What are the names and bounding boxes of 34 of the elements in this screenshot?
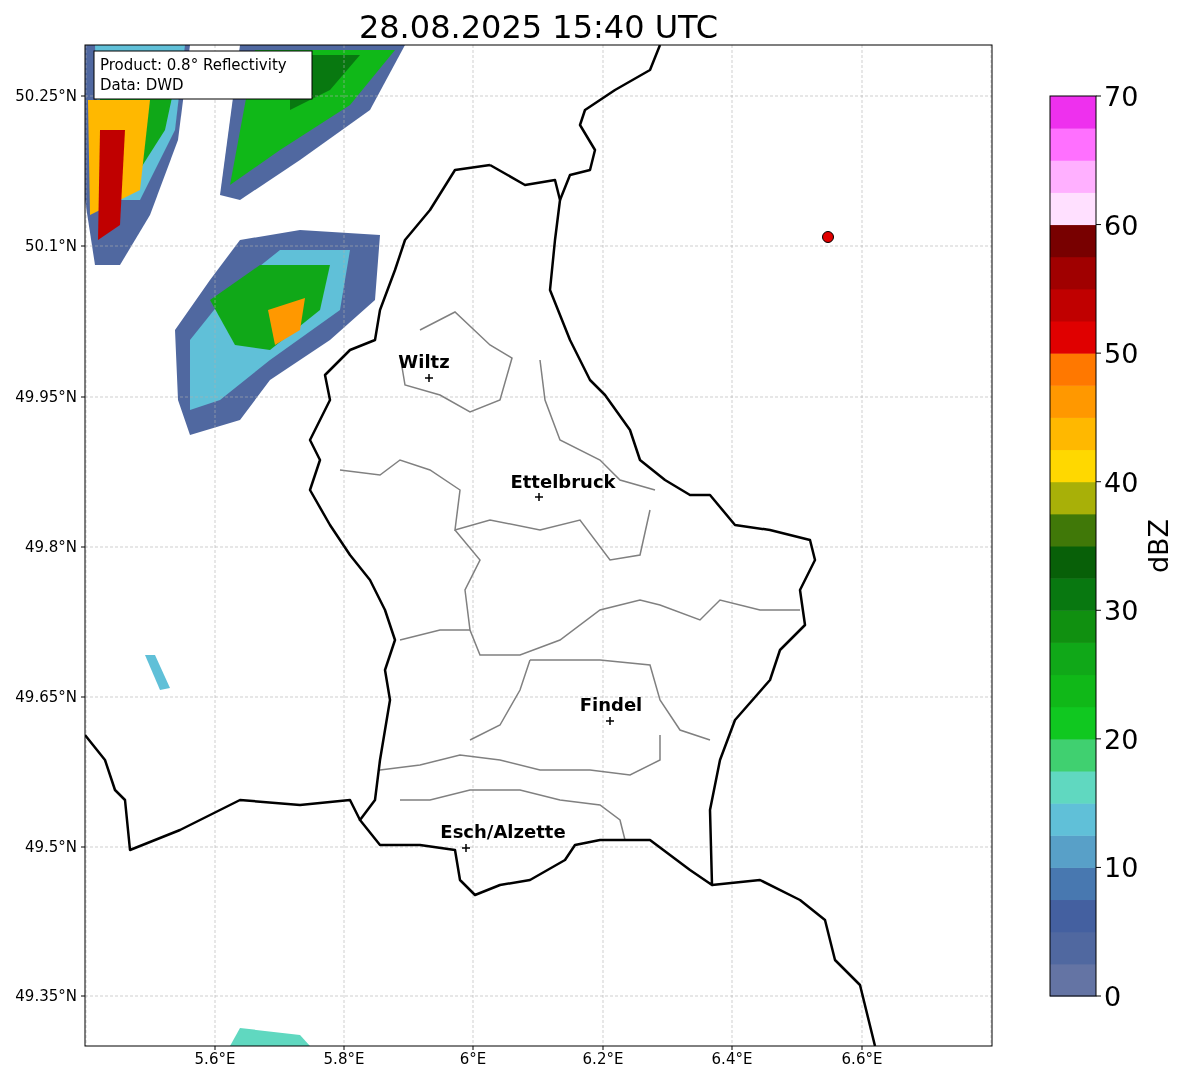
axis-tick-label: 49.95°N	[15, 388, 77, 406]
colorbar-tick-label: 10	[1104, 852, 1139, 884]
axis-tick-label: 49.8°N	[24, 538, 77, 556]
colorbar-tick-label: 40	[1104, 466, 1139, 498]
axis-tick-label: 5.6°E	[194, 1050, 236, 1068]
axis-tick-label: 49.65°N	[15, 688, 77, 706]
city-marker-icon	[461, 843, 471, 853]
city-label: Wiltz	[398, 351, 450, 372]
info-text: Product: 0.8° Reflectivity	[100, 56, 287, 74]
city-marker-icon	[605, 716, 615, 726]
colorbar-label: dBZ	[1143, 518, 1174, 574]
axis-tick-label: 49.5°N	[24, 838, 77, 856]
colorbar-tick-label: 50	[1104, 338, 1139, 370]
axis-tick-label: 50.25°N	[15, 87, 77, 105]
city-marker-icon	[424, 373, 434, 383]
axis-tick-label: 5.8°E	[323, 1050, 365, 1068]
axis-tick-label: 49.35°N	[15, 987, 77, 1005]
chart-title: 28.08.2025 15:40 UTC	[358, 8, 719, 46]
colorbar-tick-label: 0	[1104, 981, 1122, 1012]
city-label: Findel	[579, 694, 643, 715]
city-label: Esch/Alzette	[440, 821, 566, 842]
info-text: Data: DWD	[100, 76, 184, 94]
colorbar-tick-label: 70	[1104, 81, 1139, 112]
axis-tick-label: 6.2°E	[582, 1050, 624, 1068]
axis-tick-label: 6°E	[459, 1050, 487, 1068]
axis-tick-label: 6.6°E	[841, 1050, 883, 1068]
colorbar-tick-label: 20	[1104, 723, 1139, 755]
colorbar-tick-label: 60	[1104, 209, 1139, 241]
city-marker-icon	[534, 492, 544, 502]
axis-tick-label: 50.1°N	[24, 237, 77, 255]
radar-site-marker-icon	[822, 231, 834, 243]
axis-tick-label: 6.4°E	[711, 1050, 753, 1068]
city-label: Ettelbruck	[510, 471, 616, 492]
colorbar-tick-label: 30	[1104, 595, 1139, 627]
